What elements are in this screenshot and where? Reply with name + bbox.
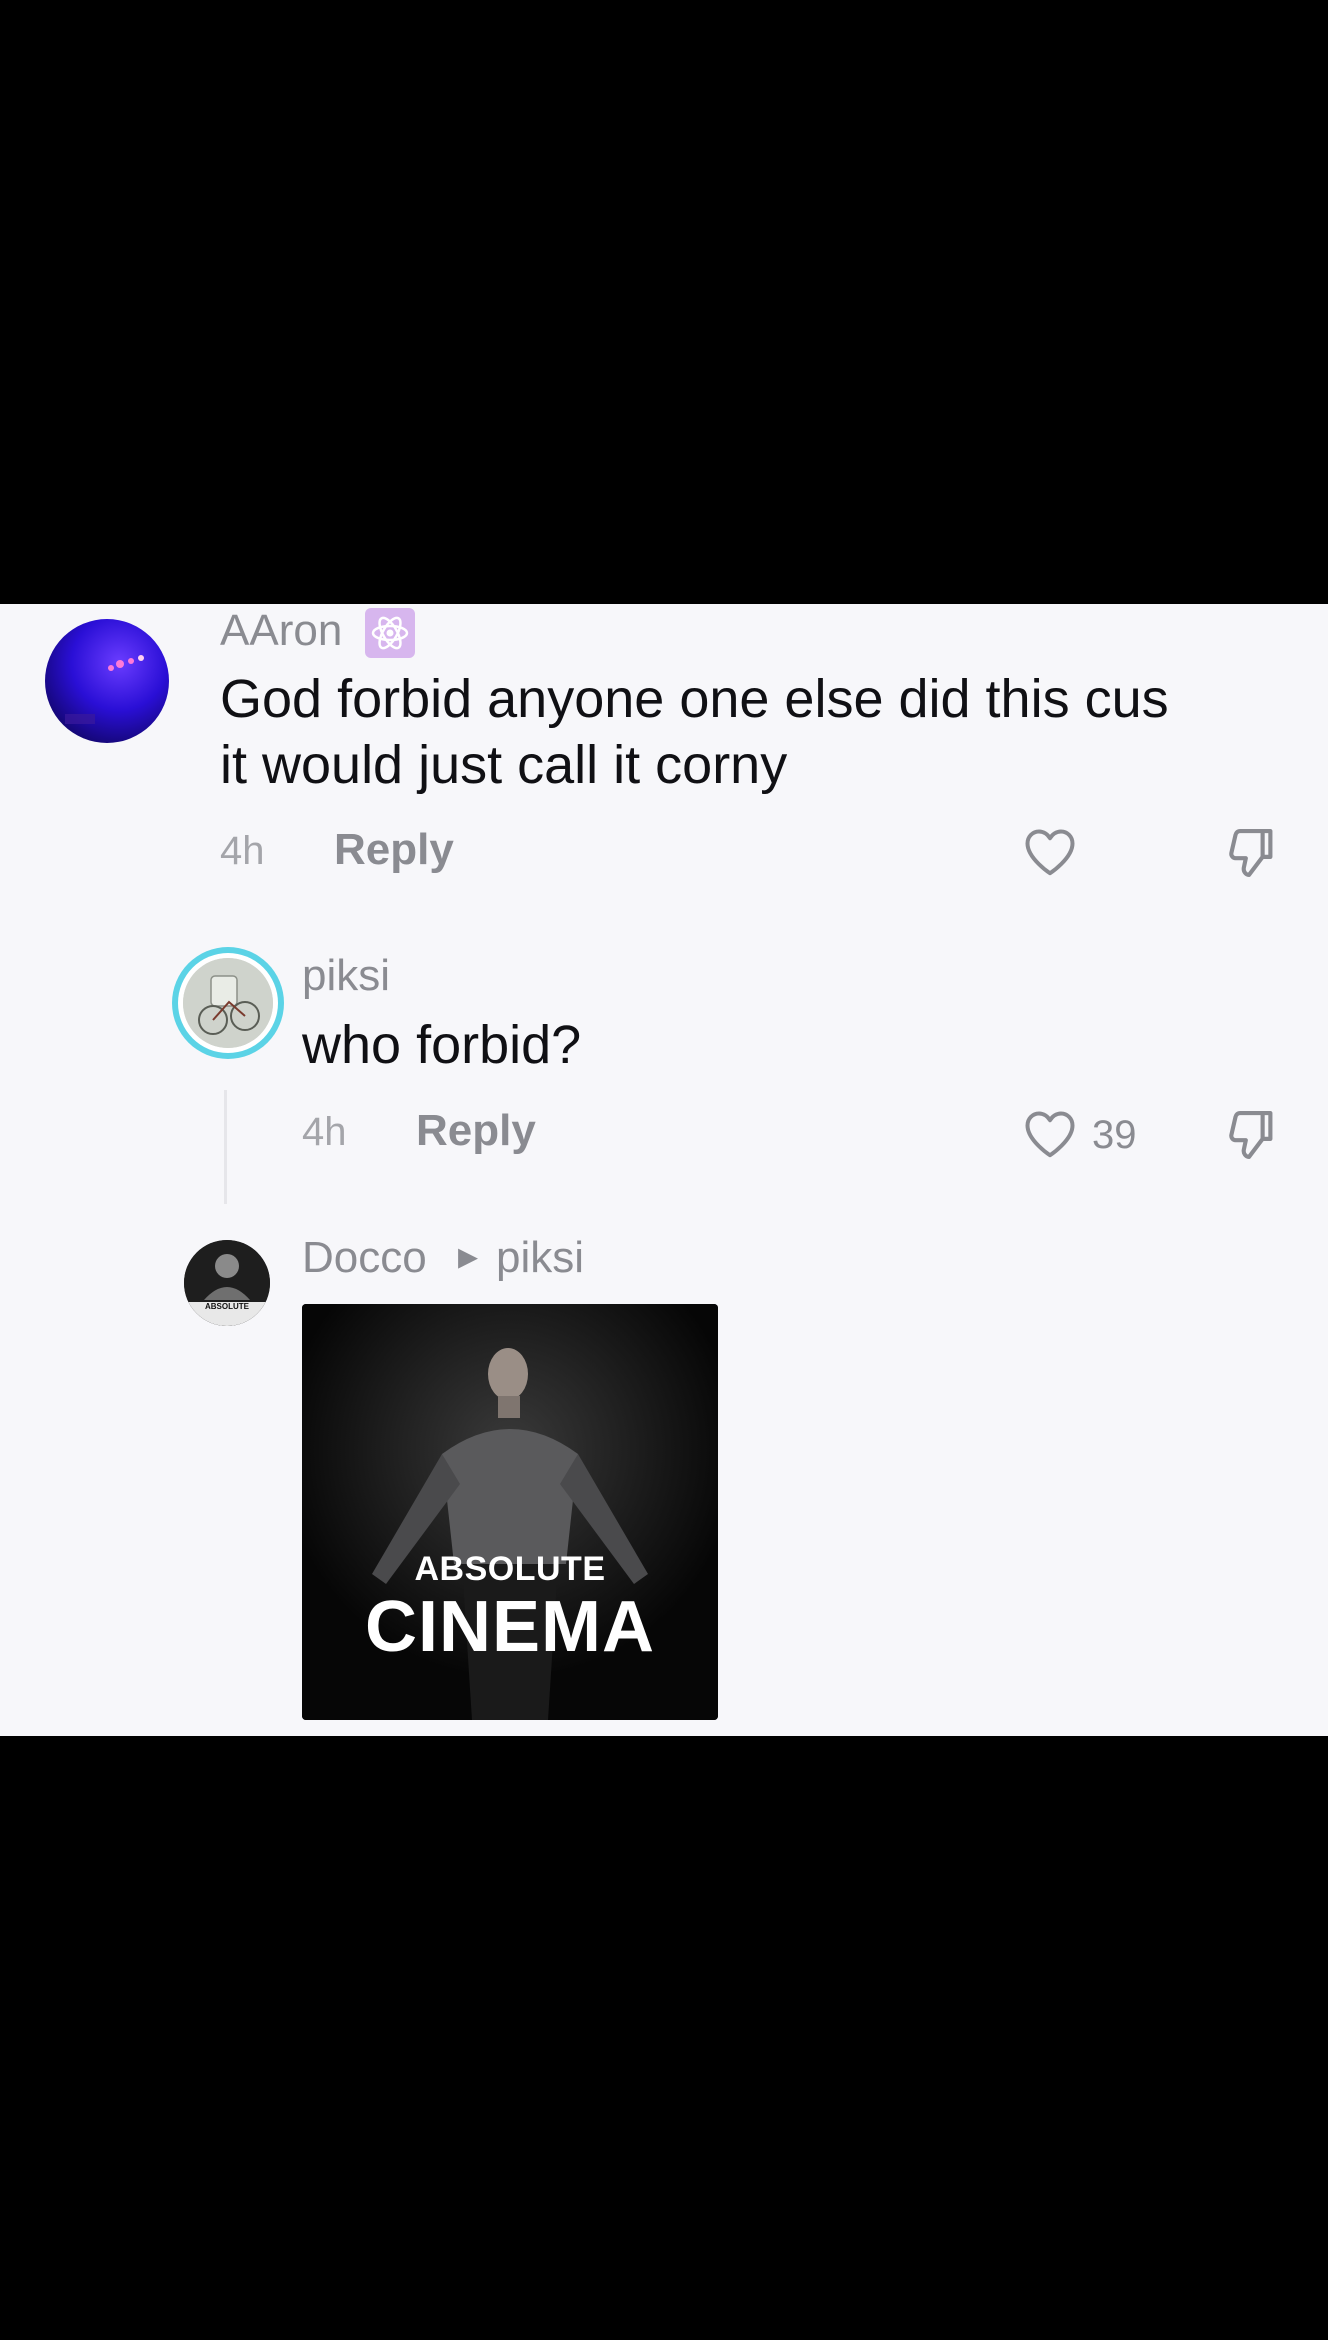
- heart-outline-icon[interactable]: [1020, 822, 1080, 882]
- comment-username[interactable]: AAron: [220, 607, 342, 655]
- sticker-image[interactable]: ABSOLUTE CINEMA: [302, 1304, 718, 1720]
- comment-panel: AAron God forbid anyone one else did thi…: [0, 604, 1328, 1736]
- thumbs-down-icon[interactable]: [1220, 1104, 1282, 1166]
- avatar-aaron[interactable]: [45, 619, 169, 743]
- comment-timestamp: 4h: [220, 829, 265, 873]
- atom-icon: [365, 608, 415, 658]
- thumbs-down-icon[interactable]: [1220, 822, 1282, 884]
- sticker-caption-main: CINEMA: [365, 1587, 655, 1667]
- comment-timestamp: 4h: [302, 1110, 347, 1154]
- comment-text-line: God forbid anyone one else did this cus: [220, 669, 1169, 729]
- heart-outline-icon[interactable]: [1020, 1104, 1080, 1164]
- avatar-docco[interactable]: ABSOLUTE: [184, 1240, 270, 1326]
- avatar-piksi[interactable]: [172, 947, 284, 1059]
- comment-username[interactable]: Docco: [302, 1234, 427, 1282]
- like-count: 39: [1092, 1113, 1137, 1157]
- thread-line: [224, 1090, 227, 1204]
- reply-button[interactable]: Reply: [416, 1107, 536, 1155]
- video-frame: AAron God forbid anyone one else did thi…: [0, 0, 1328, 2340]
- reply-button[interactable]: Reply: [334, 826, 454, 874]
- sticker-caption-top: ABSOLUTE: [414, 1550, 606, 1588]
- comment-text-line: it would just call it corny: [220, 735, 788, 795]
- reply-to-username[interactable]: piksi: [496, 1234, 584, 1282]
- comment-text: God forbid anyone one else did this cus …: [220, 666, 1300, 798]
- comment-text: who forbid?: [302, 1015, 582, 1075]
- avatar-caption: ABSOLUTE: [205, 1302, 249, 1311]
- comment-username[interactable]: piksi: [302, 952, 390, 1000]
- reply-to-arrow: ▸: [458, 1234, 479, 1278]
